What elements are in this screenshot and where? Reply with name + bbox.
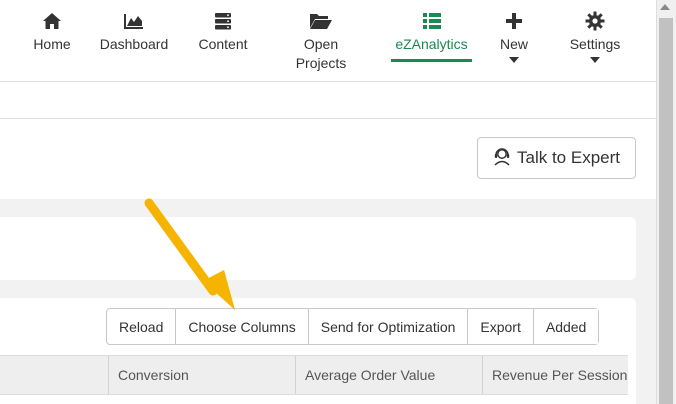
nav-open-projects-label: Open Projects: [295, 36, 347, 71]
scrollbar-thumb[interactable]: [659, 18, 673, 404]
talk-to-expert-label: Talk to Expert: [517, 148, 620, 167]
home-icon: [42, 10, 62, 32]
column-header-average-order-value[interactable]: Average Order Value: [295, 356, 482, 394]
list-icon: [422, 10, 442, 32]
nav-settings[interactable]: Settings: [564, 0, 626, 82]
top-navigation: Home Dashboard Content Open Projects eZA…: [0, 0, 656, 82]
talk-to-expert-button[interactable]: Talk to Expert: [477, 137, 636, 179]
column-header-conversion[interactable]: Conversion: [108, 356, 295, 394]
nav-home-label: Home: [33, 36, 71, 52]
column-header[interactable]: [0, 356, 108, 394]
headset-icon: [493, 146, 511, 171]
nav-dashboard[interactable]: Dashboard: [96, 0, 172, 82]
plus-icon: [505, 10, 523, 32]
nav-home[interactable]: Home: [30, 0, 74, 82]
table-toolbar: Reload Choose Columns Send for Optimizat…: [106, 308, 600, 345]
export-button[interactable]: Export: [467, 309, 533, 344]
nav-dashboard-label: Dashboard: [99, 36, 169, 52]
nav-new-label: New: [499, 36, 528, 52]
chevron-down-icon: [590, 57, 600, 63]
nav-ezanalytics-label: eZAnalytics: [395, 36, 468, 52]
nav-content-label: Content: [198, 36, 248, 52]
folder-open-icon: [309, 10, 333, 32]
chevron-down-icon: [509, 57, 519, 63]
server-icon: [214, 10, 232, 32]
send-for-optimization-button[interactable]: Send for Optimization: [307, 309, 468, 344]
added-button[interactable]: Added: [532, 309, 599, 344]
nav-ezanalytics[interactable]: eZAnalytics: [391, 0, 472, 82]
area-chart-icon: [124, 10, 144, 32]
table-row: [0, 395, 628, 404]
nav-open-projects[interactable]: Open Projects: [288, 0, 354, 82]
nav-new[interactable]: New: [496, 0, 532, 82]
sub-header: [0, 82, 656, 119]
table-header: Conversion Average Order Value Revenue P…: [0, 355, 628, 395]
nav-content[interactable]: Content: [194, 0, 252, 82]
column-header-revenue-per-session[interactable]: Revenue Per Session: [482, 356, 628, 394]
reload-button[interactable]: Reload: [107, 309, 176, 344]
nav-settings-label: Settings: [569, 36, 621, 52]
gear-icon: [585, 10, 605, 32]
choose-columns-button[interactable]: Choose Columns: [175, 309, 308, 344]
scroll-up-arrow-icon[interactable]: [660, 4, 670, 10]
filter-panel: [0, 217, 636, 280]
